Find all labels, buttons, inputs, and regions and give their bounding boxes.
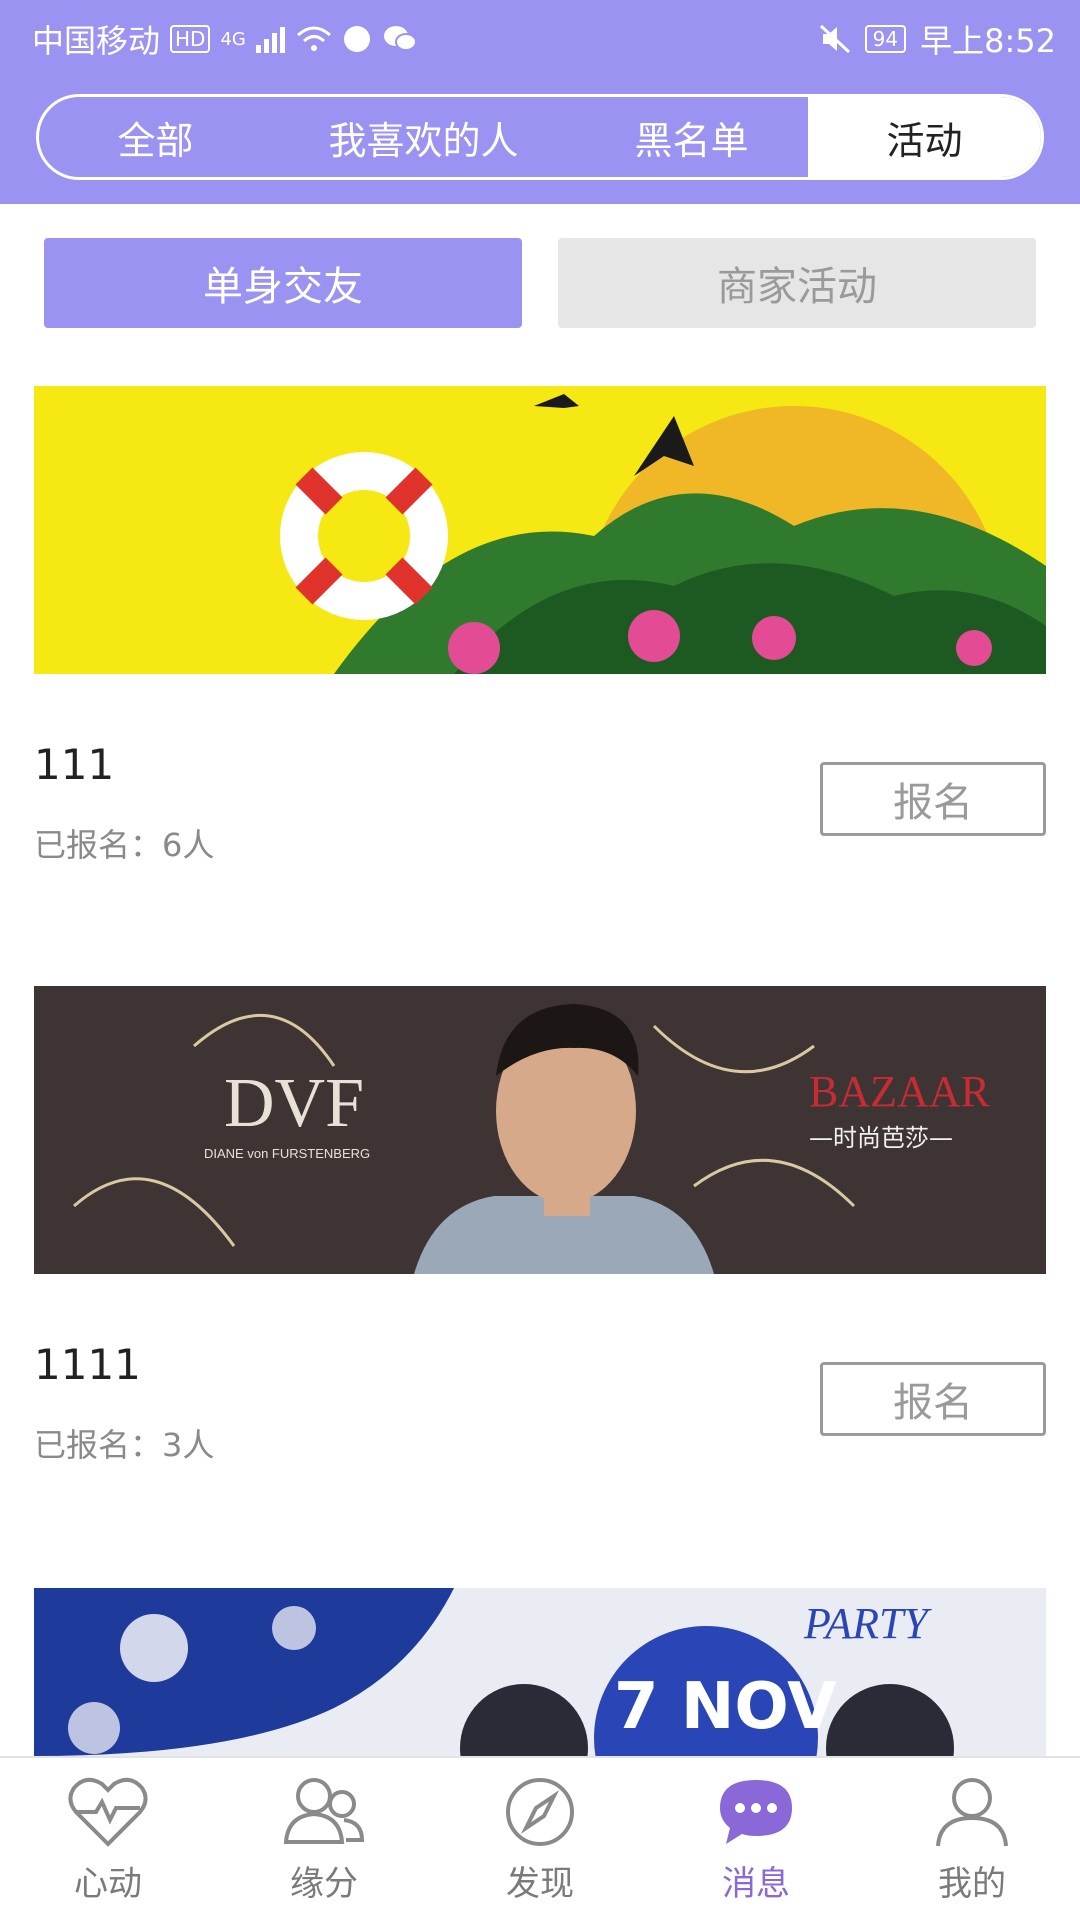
nav-label: 心动 — [74, 1864, 142, 1904]
network-label: 4G — [220, 28, 246, 50]
activity-signup-count: 已报名：6人 — [34, 826, 215, 864]
app-notification-icon — [343, 26, 370, 52]
svg-text:DIANE von FURSTENBERG: DIANE von FURSTENBERG — [204, 1146, 370, 1161]
mute-icon — [819, 24, 850, 54]
signal-icon — [255, 27, 285, 53]
hd-badge: HD — [170, 25, 211, 53]
wechat-icon — [383, 26, 417, 51]
celebrity-banner-image: DVF DIANE von FURSTENBERG BAZAAR —时尚芭莎— — [34, 986, 1046, 1274]
nav-mine[interactable]: 我的 — [864, 1758, 1080, 1922]
activity-banner-2[interactable]: DVF DIANE von FURSTENBERG BAZAAR —时尚芭莎— — [34, 986, 1046, 1274]
activity-banner-1[interactable] — [34, 386, 1046, 674]
top-tabs: 全部 我喜欢的人 黑名单 活动 — [36, 94, 1044, 180]
status-left: 中国移动 HD 4G — [32, 16, 418, 62]
activity-title: 111 — [34, 740, 115, 789]
nav-label: 消息 — [722, 1864, 790, 1904]
signup-button[interactable]: 报名 — [820, 762, 1046, 836]
svg-text:DVF: DVF — [224, 1065, 364, 1142]
nav-heartbeat[interactable]: 心动 — [0, 1758, 216, 1922]
subtab-single-dating[interactable]: 单身交友 — [44, 238, 522, 328]
status-right: 94 早上8:52 — [819, 16, 1056, 62]
activity-title: 1111 — [34, 1340, 141, 1389]
nav-destiny[interactable]: 缘分 — [216, 1758, 432, 1922]
people-icon — [283, 1778, 365, 1844]
subtab-merchant-activities[interactable]: 商家活动 — [558, 238, 1036, 328]
tab-blacklist[interactable]: 黑名单 — [575, 97, 808, 177]
carrier-label: 中国移动 — [32, 22, 161, 60]
svg-text:BAZAAR: BAZAAR — [809, 1067, 991, 1116]
signup-button[interactable]: 报名 — [820, 1362, 1046, 1436]
activity-signup-count: 已报名：3人 — [34, 1426, 215, 1464]
bottom-nav: 心动 缘分 发现 消息 我的 — [0, 1756, 1080, 1922]
header: 中国移动 HD 4G 94 早上8:52 全部 我喜欢的人 黑名单 活动 — [0, 0, 1080, 204]
nav-discover[interactable]: 发现 — [432, 1758, 648, 1922]
tab-all[interactable]: 全部 — [39, 97, 272, 177]
nav-label: 缘分 — [290, 1864, 358, 1904]
nav-label: 发现 — [506, 1864, 574, 1904]
wifi-icon — [296, 26, 331, 51]
tropical-banner-image — [34, 386, 1046, 674]
svg-text:—时尚芭莎—: —时尚芭莎— — [809, 1124, 953, 1152]
status-bar: 中国移动 HD 4G 94 早上8:52 — [0, 0, 1080, 76]
banner-date-text: 7 NOV — [614, 1670, 837, 1744]
heart-pulse-icon — [68, 1777, 148, 1847]
tab-liked-people[interactable]: 我喜欢的人 — [272, 97, 575, 177]
clock: 早上8:52 — [920, 22, 1056, 60]
tab-activities[interactable]: 活动 — [807, 97, 1041, 177]
nav-label: 我的 — [938, 1864, 1006, 1904]
nav-messages[interactable]: 消息 — [648, 1758, 864, 1922]
activity-banner-3[interactable]: 7 NOV PARTY — [34, 1588, 1046, 1756]
person-icon — [936, 1778, 1008, 1847]
party-banner-image: 7 NOV PARTY — [34, 1588, 1046, 1756]
banner-party-text: PARTY — [803, 1599, 932, 1648]
chat-bubble-icon — [720, 1780, 792, 1844]
compass-icon — [506, 1778, 574, 1846]
battery-indicator: 94 — [864, 25, 907, 53]
